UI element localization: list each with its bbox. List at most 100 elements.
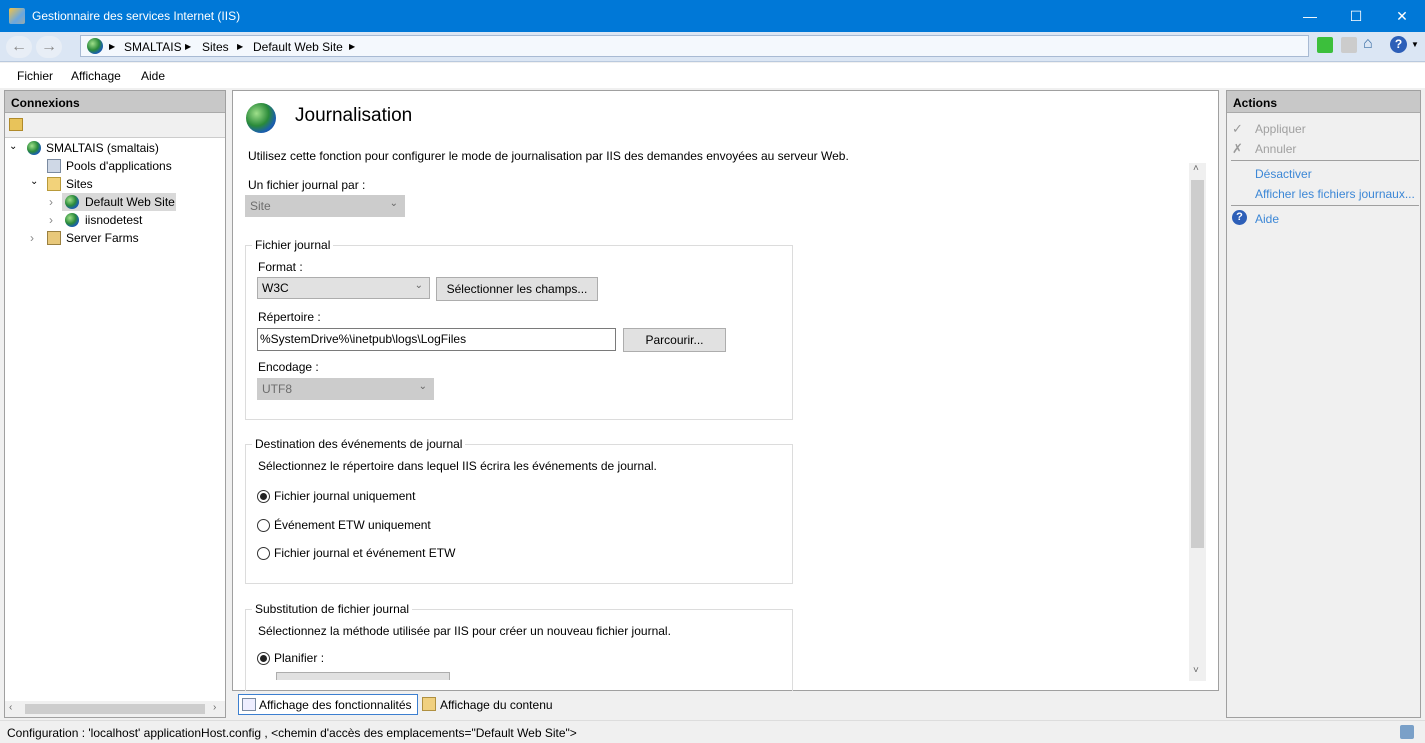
status-bar: Configuration : 'localhost' applicationH… <box>0 720 1425 743</box>
action-cancel[interactable]: Annuler <box>1255 142 1296 156</box>
menu-bar: Fichier Affichage Aide <box>0 63 1425 88</box>
format-label: Format : <box>258 260 303 274</box>
menu-affichage[interactable]: Affichage <box>71 69 121 83</box>
connections-header: Connexions <box>5 91 225 113</box>
server-icon <box>27 141 41 155</box>
tree-item-sites[interactable]: Sites <box>66 177 93 191</box>
title-bar: Gestionnaire des services Internet (IIS)… <box>0 0 1425 32</box>
breadcrumb-sites[interactable]: Sites <box>202 40 229 54</box>
forward-button[interactable]: → <box>36 36 62 58</box>
rollover-group: Substitution de fichier journal Sélectio… <box>245 602 793 691</box>
server-status-icon <box>1400 725 1414 739</box>
menu-aide[interactable]: Aide <box>141 69 165 83</box>
stop-icon[interactable] <box>1341 37 1357 53</box>
page-title: Journalisation <box>295 105 413 126</box>
directory-label: Répertoire : <box>258 310 321 324</box>
tab-content-view[interactable]: Affichage du contenu <box>420 694 570 715</box>
tree-item-app-pools[interactable]: Pools d'applications <box>66 159 172 173</box>
chevron-down-icon[interactable]: ⌄ <box>9 141 17 152</box>
divider <box>1231 160 1419 161</box>
radio-log-file-only-label[interactable]: Fichier journal uniquement <box>274 489 415 503</box>
log-file-group: Fichier journal Format : W3C ⌄ Sélectionn… <box>245 238 793 420</box>
sites-folder-icon <box>47 177 61 191</box>
rollover-description: Sélectionnez la méthode utilisée par IIS… <box>258 624 671 638</box>
radio-schedule[interactable] <box>257 652 270 665</box>
tree-item-server[interactable]: SMALTAIS (smaltais) <box>46 141 159 155</box>
tree-item-default-web-site[interactable]: Default Web Site <box>85 195 175 209</box>
radio-both[interactable] <box>257 547 270 560</box>
breadcrumb-site[interactable]: Default Web Site <box>253 40 343 54</box>
server-farms-icon <box>47 231 61 245</box>
home-icon[interactable]: ⌂ <box>1363 35 1373 53</box>
help-icon[interactable]: ? <box>1390 36 1407 53</box>
chevron-right-icon[interactable]: › <box>49 195 53 209</box>
tab-features-label: Affichage des fonctionnalités <box>259 698 412 712</box>
cancel-icon: ✗ <box>1232 141 1243 156</box>
chevron-down-icon: ⌄ <box>389 198 398 209</box>
chevron-right-icon[interactable]: › <box>49 213 53 227</box>
scroll-up-icon[interactable]: ˄ <box>1193 163 1199 174</box>
radio-etw-only-label[interactable]: Événement ETW uniquement <box>274 518 431 532</box>
select-fields-button[interactable]: Sélectionner les champs... <box>436 277 598 301</box>
log-per-select[interactable]: Site ⌄ <box>245 195 405 217</box>
schedule-select[interactable] <box>276 672 450 680</box>
actions-header: Actions <box>1227 91 1420 113</box>
scroll-down-icon[interactable]: ˅ <box>1193 665 1199 676</box>
action-view-log-files[interactable]: Afficher les fichiers journaux... <box>1255 187 1415 201</box>
action-help[interactable]: Aide <box>1255 212 1279 226</box>
chevron-down-icon[interactable]: ▼ <box>1411 40 1419 49</box>
app-pools-icon <box>47 159 61 173</box>
minimize-button[interactable]: — <box>1287 0 1333 32</box>
radio-etw-only[interactable] <box>257 519 270 532</box>
chevron-down-icon[interactable]: ⌄ <box>30 176 38 187</box>
vertical-scrollbar[interactable]: ˄ ˅ <box>1189 163 1206 681</box>
chevron-down-icon: ⌄ <box>414 280 423 291</box>
logging-globe-icon <box>246 103 276 133</box>
actions-panel: Actions ✓ Appliquer ✗ Annuler Désactiver… <box>1226 90 1421 718</box>
status-text: Configuration : 'localhost' applicationH… <box>7 726 577 740</box>
maximize-button[interactable]: ☐ <box>1333 0 1379 32</box>
connections-panel: Connexions ⌄ SMALTAIS (smaltais) Pools d… <box>4 90 226 718</box>
breadcrumb[interactable]: ▶ SMALTAIS ▶ Sites ▶ Default Web Site ▶ <box>80 35 1309 57</box>
format-value: W3C <box>262 281 289 295</box>
breadcrumb-server[interactable]: SMALTAIS <box>124 40 182 54</box>
tab-features-view[interactable]: Affichage des fonctionnalités <box>238 694 418 715</box>
horizontal-scrollbar[interactable]: ‹ › <box>5 701 225 717</box>
log-file-group-title: Fichier journal <box>252 238 334 252</box>
event-destination-title: Destination des événements de journal <box>252 437 466 451</box>
encoding-select[interactable]: UTF8 ⌄ <box>257 378 434 400</box>
globe-icon <box>65 195 79 209</box>
radio-schedule-label[interactable]: Planifier : <box>274 651 324 665</box>
connect-icon[interactable] <box>9 118 23 131</box>
iis-app-icon <box>9 8 25 24</box>
chevron-right-icon[interactable]: › <box>30 231 34 245</box>
directory-input[interactable]: %SystemDrive%\inetpub\logs\LogFiles <box>257 328 616 351</box>
refresh-icon[interactable] <box>1317 37 1333 53</box>
encoding-label: Encodage : <box>258 360 319 374</box>
back-button[interactable]: ← <box>6 36 32 58</box>
tree-item-iisnodetest[interactable]: iisnodetest <box>85 213 142 227</box>
chevron-down-icon: ⌄ <box>418 381 427 392</box>
scroll-thumb[interactable] <box>1191 180 1204 548</box>
browse-button[interactable]: Parcourir... <box>623 328 726 352</box>
address-bar: ← → ▶ SMALTAIS ▶ Sites ▶ Default Web Sit… <box>0 32 1425 62</box>
page-description: Utilisez cette fonction pour configurer … <box>248 149 849 163</box>
action-disable[interactable]: Désactiver <box>1255 167 1312 181</box>
globe-icon <box>87 38 103 54</box>
help-icon: ? <box>1232 210 1247 225</box>
format-select[interactable]: W3C ⌄ <box>257 277 430 299</box>
window-title: Gestionnaire des services Internet (IIS) <box>32 9 241 23</box>
close-button[interactable]: ✕ <box>1379 0 1425 32</box>
chevron-right-icon: ▶ <box>109 42 116 51</box>
tree-item-server-farms[interactable]: Server Farms <box>66 231 139 245</box>
radio-both-label[interactable]: Fichier journal et événement ETW <box>274 546 455 560</box>
radio-log-file-only[interactable] <box>257 490 270 503</box>
stopped-site-icon <box>65 213 79 227</box>
chevron-right-icon: ▶ <box>237 42 244 51</box>
action-apply[interactable]: Appliquer <box>1255 122 1306 136</box>
feature-panel: Journalisation Utilisez cette fonction p… <box>232 90 1219 691</box>
chevron-right-icon: ▶ <box>185 42 192 51</box>
content-view-icon <box>422 697 436 711</box>
tab-content-label: Affichage du contenu <box>440 698 553 712</box>
menu-fichier[interactable]: Fichier <box>17 69 53 83</box>
